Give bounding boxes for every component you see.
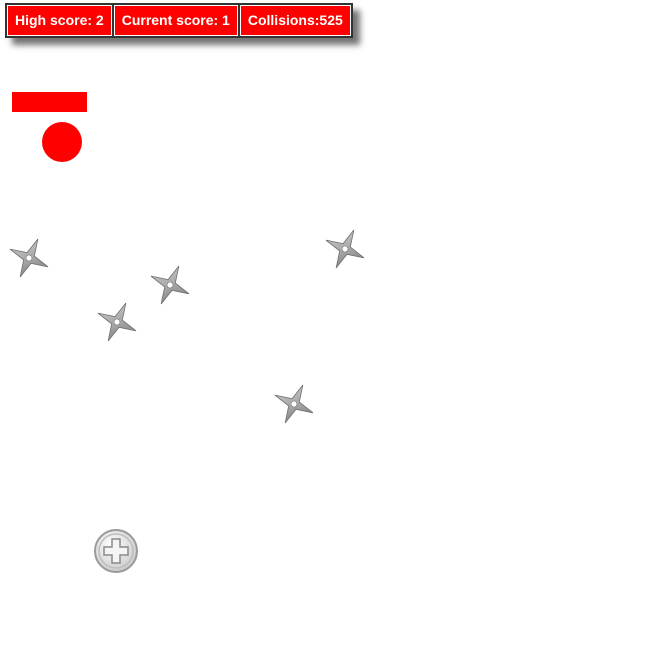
shuriken-icon	[271, 381, 317, 427]
ball	[42, 122, 82, 162]
shuriken-icon	[94, 299, 140, 345]
shuriken-icon	[6, 235, 52, 281]
collisions-label: Collisions:525	[238, 4, 352, 37]
plus-icon[interactable]	[92, 527, 140, 575]
player-paddle[interactable]	[12, 92, 87, 112]
shuriken-icon	[147, 262, 193, 308]
shuriken-icon	[322, 226, 368, 272]
current-score-label: Current score: 1	[112, 4, 239, 37]
scoreboard: High score: 2 Current score: 1 Collision…	[5, 3, 353, 38]
high-score-label: High score: 2	[6, 4, 113, 37]
